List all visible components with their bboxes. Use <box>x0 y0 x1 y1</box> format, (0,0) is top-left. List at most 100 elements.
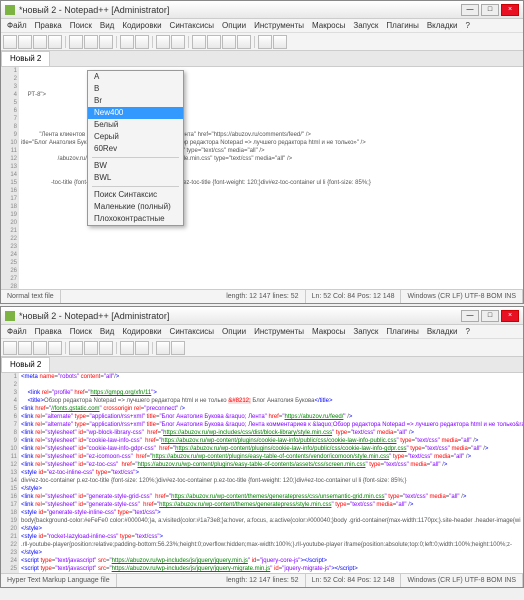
save-all-icon[interactable] <box>48 35 62 49</box>
ctx-item[interactable]: BWL <box>88 172 183 184</box>
window-bottom: *новый 2 - Notepad++ [Administrator] — □… <box>0 306 524 588</box>
menu-edit[interactable]: Правка <box>31 19 66 32</box>
menu-run[interactable]: Запуск <box>349 325 382 338</box>
window-title: *новый 2 - Notepad++ [Administrator] <box>19 5 461 15</box>
status-position: Ln: 52 Col: 84 Pos: 12 148 <box>306 574 402 587</box>
ctx-item[interactable]: 60Rev <box>88 143 183 155</box>
maximize-button[interactable]: □ <box>481 310 499 322</box>
ctx-item[interactable]: A <box>88 71 183 83</box>
copy-icon[interactable] <box>84 341 98 355</box>
menu-tools[interactable]: Инструменты <box>250 19 308 32</box>
replace-icon[interactable] <box>171 35 185 49</box>
save-icon[interactable] <box>33 35 47 49</box>
close-button[interactable]: × <box>501 4 519 16</box>
menu-view[interactable]: Вид <box>96 19 118 32</box>
ctx-item[interactable]: Маленькие (полный) <box>88 201 183 213</box>
window-top: *новый 2 - Notepad++ [Administrator] — □… <box>0 0 524 304</box>
menu-plugins[interactable]: Плагины <box>382 325 422 338</box>
titlebar[interactable]: *новый 2 - Notepad++ [Administrator] — □… <box>1 307 523 325</box>
menu-tools[interactable]: Инструменты <box>250 325 308 338</box>
zoom-in-icon[interactable] <box>192 35 206 49</box>
menubar: Файл Правка Поиск Вид Кодировки Синтакси… <box>1 325 523 339</box>
cut-icon[interactable] <box>69 35 83 49</box>
open-file-icon[interactable] <box>18 341 32 355</box>
save-all-icon[interactable] <box>48 341 62 355</box>
replace-icon[interactable] <box>171 341 185 355</box>
statusbar: Hyper Text Markup Language file length: … <box>1 573 523 587</box>
ctx-item[interactable]: Плохоконтрастные <box>88 213 183 225</box>
statusbar: Normal text file length: 12 147 lines: 5… <box>1 289 523 303</box>
menu-help[interactable]: ? <box>462 19 474 32</box>
maximize-button[interactable]: □ <box>481 4 499 16</box>
ctx-item[interactable]: Br <box>88 95 183 107</box>
menubar: Файл Правка Поиск Вид Кодировки Синтакси… <box>1 19 523 33</box>
show-chars-icon[interactable] <box>237 35 251 49</box>
close-button[interactable]: × <box>501 310 519 322</box>
open-file-icon[interactable] <box>18 35 32 49</box>
copy-icon[interactable] <box>84 35 98 49</box>
menu-options[interactable]: Опции <box>218 19 250 32</box>
undo-icon[interactable] <box>120 341 134 355</box>
new-file-icon[interactable] <box>3 35 17 49</box>
menu-tabs[interactable]: Вкладки <box>423 19 462 32</box>
menu-encoding[interactable]: Кодировки <box>118 325 165 338</box>
menu-edit[interactable]: Правка <box>31 325 66 338</box>
redo-icon[interactable] <box>135 341 149 355</box>
editor-area[interactable]: 1234567891011121314151617181920212223242… <box>1 67 523 289</box>
app-icon <box>5 5 15 15</box>
find-icon[interactable] <box>156 341 170 355</box>
ctx-item[interactable]: Серый <box>88 131 183 143</box>
ctx-item[interactable]: Поиск Синтаксис <box>88 189 183 201</box>
find-icon[interactable] <box>156 35 170 49</box>
redo-icon[interactable] <box>135 35 149 49</box>
minimize-button[interactable]: — <box>461 4 479 16</box>
menu-help[interactable]: ? <box>462 325 474 338</box>
menu-plugins[interactable]: Плагины <box>382 19 422 32</box>
status-length: length: 12 147 lines: 52 <box>220 290 305 303</box>
menu-view[interactable]: Вид <box>96 325 118 338</box>
status-encoding: Windows (CR LF) UTF-8 BOM INS <box>401 574 523 587</box>
status-lang: Normal text file <box>1 290 61 303</box>
ctx-item[interactable]: BW <box>88 160 183 172</box>
paste-icon[interactable] <box>99 341 113 355</box>
minimize-button[interactable]: — <box>461 310 479 322</box>
menu-syntax[interactable]: Синтаксисы <box>166 19 219 32</box>
app-icon <box>5 311 15 321</box>
save-icon[interactable] <box>33 341 47 355</box>
menu-tabs[interactable]: Вкладки <box>423 325 462 338</box>
titlebar[interactable]: *новый 2 - Notepad++ [Administrator] — □… <box>1 1 523 19</box>
ctx-item[interactable]: Белый <box>88 119 183 131</box>
status-lang: Hyper Text Markup Language file <box>1 574 117 587</box>
document-tab[interactable]: Новый 2 <box>1 357 50 372</box>
line-numbers: 1234567891011121314151617181920212223242… <box>1 67 19 289</box>
ctx-item[interactable]: New400 <box>88 107 183 119</box>
menu-file[interactable]: Файл <box>3 325 31 338</box>
line-numbers: 1234567891011121314151617181920212223242… <box>1 373 19 573</box>
tabbar: Новый 2 <box>1 51 523 67</box>
menu-encoding[interactable]: Кодировки <box>118 19 165 32</box>
wrap-icon[interactable] <box>222 35 236 49</box>
menu-macros[interactable]: Макросы <box>308 325 349 338</box>
menu-macros[interactable]: Макросы <box>308 19 349 32</box>
play-macro-icon[interactable] <box>273 35 287 49</box>
new-file-icon[interactable] <box>3 341 17 355</box>
status-length: length: 12 147 lines: 52 <box>220 574 305 587</box>
autocomplete-popup[interactable]: A B Br New400 Белый Серый 60Rev BW BWL П… <box>87 70 184 226</box>
status-encoding: Windows (CR LF) UTF-8 BOM INS <box>401 290 523 303</box>
zoom-out-icon[interactable] <box>207 35 221 49</box>
menu-file[interactable]: Файл <box>3 19 31 32</box>
paste-icon[interactable] <box>99 35 113 49</box>
undo-icon[interactable] <box>120 35 134 49</box>
menu-search[interactable]: Поиск <box>66 19 96 32</box>
ctx-item[interactable]: B <box>88 83 183 95</box>
menu-options[interactable]: Опции <box>218 325 250 338</box>
menu-syntax[interactable]: Синтаксисы <box>166 325 219 338</box>
menu-search[interactable]: Поиск <box>66 325 96 338</box>
editor-area[interactable]: 1234567891011121314151617181920212223242… <box>1 373 523 573</box>
menu-run[interactable]: Запуск <box>349 19 382 32</box>
record-macro-icon[interactable] <box>258 35 272 49</box>
tabbar: Новый 2 <box>1 357 523 373</box>
toolbar <box>1 339 523 357</box>
document-tab[interactable]: Новый 2 <box>1 51 50 66</box>
cut-icon[interactable] <box>69 341 83 355</box>
